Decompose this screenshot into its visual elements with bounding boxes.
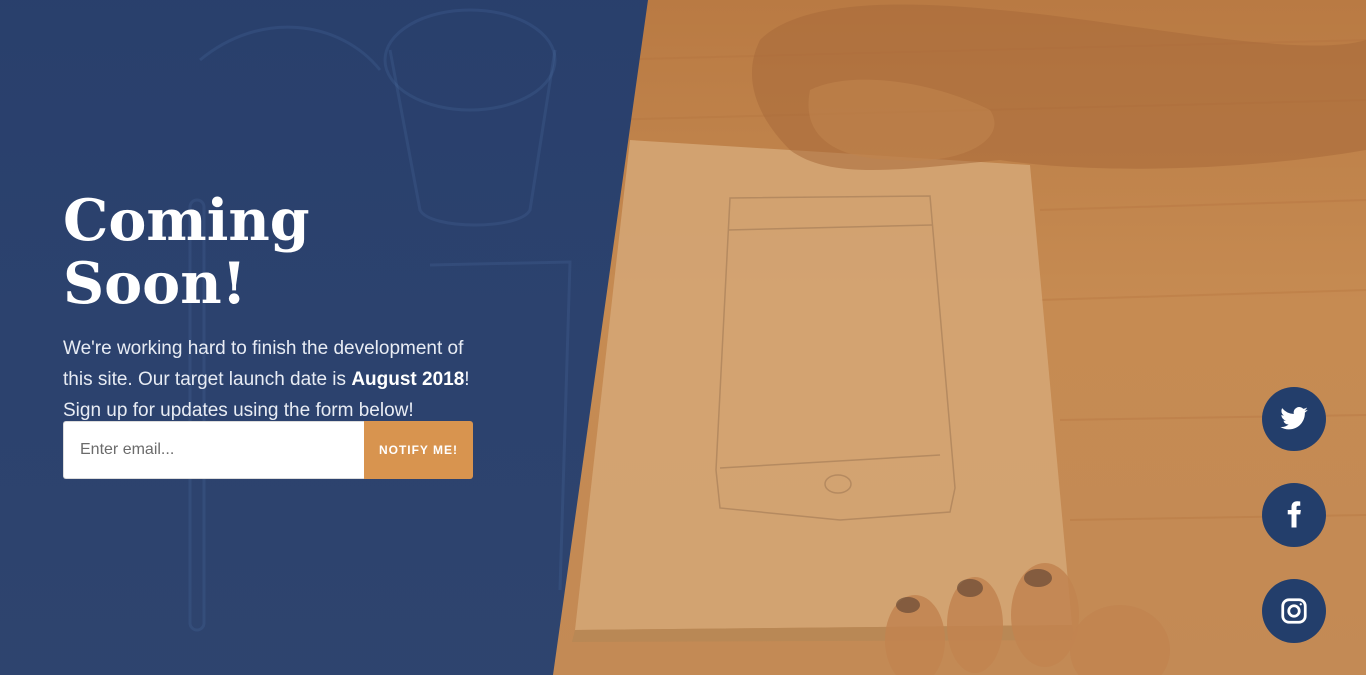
- instagram-icon: [1281, 598, 1307, 624]
- notify-me-button[interactable]: NOTIFY ME!: [364, 421, 473, 479]
- twitter-icon: [1280, 407, 1308, 430]
- facebook-link[interactable]: [1262, 483, 1326, 547]
- hero-description: We're working hard to finish the develop…: [63, 333, 483, 426]
- hero-content: Coming Soon! We're working hard to finis…: [63, 187, 483, 426]
- facebook-icon: [1287, 501, 1301, 528]
- signup-form: NOTIFY ME!: [63, 421, 473, 479]
- instagram-link[interactable]: [1262, 579, 1326, 643]
- twitter-link[interactable]: [1262, 387, 1326, 451]
- launch-date: August 2018: [351, 369, 465, 391]
- email-input[interactable]: [63, 421, 364, 479]
- page-title: Coming Soon!: [63, 187, 310, 317]
